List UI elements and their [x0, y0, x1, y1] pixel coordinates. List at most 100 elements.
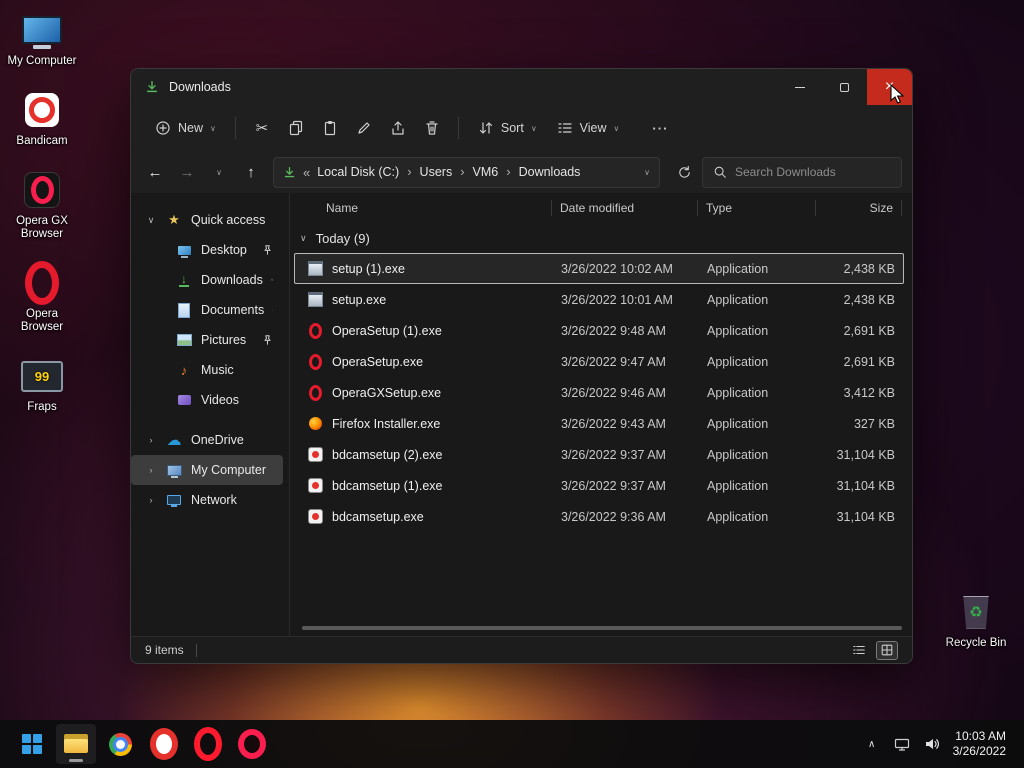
sidebar-item-icon: [165, 492, 183, 508]
see-more-button[interactable]: [645, 113, 675, 143]
file-type: Application: [707, 509, 769, 524]
recycle-bin-icon: [954, 592, 998, 632]
sidebar-item[interactable]: Pictures: [131, 325, 283, 355]
breadcrumb-link[interactable]: Local Disk (C:): [317, 165, 399, 179]
copy-button[interactable]: [281, 113, 311, 143]
column-header-type[interactable]: Type: [698, 200, 816, 216]
file-row[interactable]: bdcamsetup.exe 3/26/2022 9:36 AM Applica…: [294, 501, 904, 532]
file-name: bdcamsetup (2).exe: [332, 447, 443, 462]
chevron-collapsed-icon[interactable]: ›: [145, 435, 157, 445]
taskbar-app-button[interactable]: [188, 724, 228, 764]
sort-button[interactable]: Sort: [470, 114, 545, 142]
share-button[interactable]: [383, 113, 413, 143]
sidebar-item[interactable]: Documents: [131, 295, 283, 325]
up-button[interactable]: [237, 158, 265, 186]
taskbar-app-button[interactable]: [56, 724, 96, 764]
sidebar-tree-item[interactable]: › OneDrive: [131, 425, 283, 455]
refresh-button[interactable]: [670, 158, 698, 186]
chevron-down-icon: [614, 124, 620, 133]
sidebar-item[interactable]: Desktop: [131, 235, 283, 265]
network-icon[interactable]: [893, 735, 911, 753]
search-box[interactable]: [702, 156, 902, 188]
sidebar-item-quick-access[interactable]: ∨ Quick access: [131, 205, 283, 235]
sidebar-tree-item[interactable]: › Network: [131, 485, 283, 515]
desktop-icon[interactable]: Opera GX Browser: [4, 170, 80, 241]
column-header-name[interactable]: Name: [302, 200, 552, 216]
paste-button[interactable]: [315, 113, 345, 143]
recycle-bin[interactable]: Recycle Bin: [944, 592, 1008, 650]
column-header-size[interactable]: Size: [816, 200, 902, 216]
desktop: My Computer Bandicam Opera GX Browser Op…: [0, 0, 1024, 768]
sidebar-item-label: Music: [201, 363, 234, 377]
search-input[interactable]: [735, 165, 891, 179]
details-view-icon: [853, 645, 865, 655]
hidden-icons-chevron[interactable]: [863, 735, 881, 753]
desktop-icon-image: [20, 356, 64, 396]
file-row[interactable]: setup (1).exe 3/26/2022 10:02 AM Applica…: [294, 253, 904, 284]
horizontal-scrollbar[interactable]: [302, 626, 902, 630]
desktop-icon[interactable]: Bandicam: [4, 90, 80, 148]
minimize-button[interactable]: [777, 69, 822, 105]
title-bar[interactable]: Downloads: [131, 69, 912, 105]
column-header-date-modified[interactable]: Date modified: [552, 200, 698, 216]
file-row[interactable]: bdcamsetup (2).exe 3/26/2022 9:37 AM App…: [294, 439, 904, 470]
desktop-icon[interactable]: Fraps: [4, 356, 80, 414]
file-type-icon: [307, 354, 323, 370]
sidebar-tree-item[interactable]: › My Computer: [131, 455, 283, 485]
sidebar-item-icon: [175, 362, 193, 378]
taskbar-app-button[interactable]: [232, 724, 272, 764]
recent-locations-chevron[interactable]: [205, 158, 233, 186]
desktop-icon[interactable]: My Computer: [4, 10, 80, 68]
large-icons-view-toggle[interactable]: [876, 640, 898, 660]
taskbar-app-button[interactable]: [144, 724, 184, 764]
sidebar-item[interactable]: Music: [131, 355, 283, 385]
file-row[interactable]: bdcamsetup (1).exe 3/26/2022 9:37 AM App…: [294, 470, 904, 501]
address-bar[interactable]: Local Disk (C:) Users VM6: [273, 156, 660, 188]
close-button[interactable]: [867, 69, 912, 105]
new-plus-icon: [156, 121, 170, 135]
file-type: Application: [707, 354, 769, 369]
file-type-icon: [307, 323, 323, 339]
taskbar-clock[interactable]: 10:03 AM 3/26/2022: [953, 729, 1006, 759]
forward-button[interactable]: [173, 158, 201, 186]
volume-icon[interactable]: [923, 735, 941, 753]
group-header-today[interactable]: ∨ Today (9): [290, 223, 912, 253]
taskbar-app-icon: [194, 730, 222, 758]
address-dropdown-chevron[interactable]: [644, 168, 650, 177]
sidebar-item-icon: [175, 392, 193, 408]
rename-button[interactable]: [349, 113, 379, 143]
new-button[interactable]: New: [147, 114, 224, 142]
file-size: 31,104 KB: [836, 509, 895, 524]
back-button[interactable]: [141, 158, 169, 186]
chevron-collapsed-icon[interactable]: ›: [145, 465, 157, 475]
desktop-icon[interactable]: Opera Browser: [4, 263, 80, 334]
file-row[interactable]: OperaSetup (1).exe 3/26/2022 9:48 AM App…: [294, 315, 904, 346]
start-button[interactable]: [12, 724, 52, 764]
cut-button[interactable]: [247, 113, 277, 143]
sidebar-item[interactable]: Videos: [131, 385, 283, 415]
taskbar-app-button[interactable]: [100, 724, 140, 764]
sidebar-item-icon: [165, 432, 183, 448]
file-type-icon: [307, 416, 323, 432]
file-explorer-window: Downloads New: [130, 68, 913, 664]
breadcrumb-link[interactable]: VM6: [473, 165, 499, 179]
file-row[interactable]: OperaSetup.exe 3/26/2022 9:47 AM Applica…: [294, 346, 904, 377]
delete-button[interactable]: [417, 113, 447, 143]
breadcrumb-separator: [498, 163, 518, 181]
breadcrumb-overflow-icon[interactable]: [303, 165, 310, 180]
breadcrumb-link[interactable]: Downloads: [519, 165, 581, 179]
chevron-expanded-icon[interactable]: ∨: [145, 215, 157, 226]
file-row[interactable]: setup.exe 3/26/2022 10:01 AM Application…: [294, 284, 904, 315]
details-view-toggle[interactable]: [848, 641, 870, 660]
file-row[interactable]: Firefox Installer.exe 3/26/2022 9:43 AM …: [294, 408, 904, 439]
file-row[interactable]: OperaGXSetup.exe 3/26/2022 9:46 AM Appli…: [294, 377, 904, 408]
view-icon: [558, 123, 572, 133]
maximize-button[interactable]: [822, 69, 867, 105]
chevron-collapsed-icon[interactable]: ›: [145, 495, 157, 505]
sidebar-item-icon: [175, 242, 193, 258]
view-button[interactable]: View: [549, 114, 628, 142]
system-tray: 10:03 AM 3/26/2022: [863, 729, 1012, 759]
file-name: bdcamsetup.exe: [332, 509, 424, 524]
breadcrumb-link[interactable]: Users: [420, 165, 453, 179]
sidebar-item[interactable]: Downloads: [131, 265, 283, 295]
